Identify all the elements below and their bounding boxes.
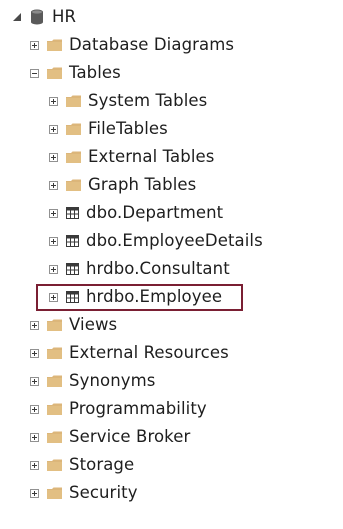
collapse-icon[interactable] bbox=[30, 68, 39, 78]
expand-icon[interactable] bbox=[49, 180, 58, 190]
expand-icon[interactable] bbox=[49, 236, 58, 246]
folder-icon bbox=[47, 347, 62, 359]
tree-node-storage[interactable]: Storage bbox=[30, 454, 134, 476]
folder-icon bbox=[66, 179, 81, 191]
tree-node-label: hrdbo.Consultant bbox=[86, 259, 230, 278]
tree-node-hrdbo-employee[interactable]: hrdbo.Employee bbox=[49, 286, 222, 308]
expand-icon[interactable] bbox=[30, 432, 39, 442]
tree-node-system-tables[interactable]: System Tables bbox=[49, 90, 207, 112]
expand-icon[interactable] bbox=[30, 320, 39, 330]
tree-node-hr[interactable]: HR bbox=[12, 6, 76, 28]
tree-node-label: Security bbox=[69, 483, 138, 502]
folder-icon bbox=[47, 403, 62, 415]
expand-icon[interactable] bbox=[49, 264, 58, 274]
tree-node-database-diagrams[interactable]: Database Diagrams bbox=[30, 34, 234, 56]
tree-node-label: Service Broker bbox=[69, 427, 191, 446]
expand-icon[interactable] bbox=[30, 376, 39, 386]
tree-node-tables[interactable]: Tables bbox=[30, 62, 121, 84]
tree-node-label: System Tables bbox=[88, 91, 208, 110]
folder-icon bbox=[47, 459, 62, 471]
folder-icon bbox=[47, 319, 62, 331]
tree-node-label: FileTables bbox=[88, 119, 168, 138]
tree-node-graph-tables[interactable]: Graph Tables bbox=[49, 174, 196, 196]
table-icon bbox=[66, 235, 79, 247]
table-icon bbox=[66, 291, 79, 303]
folder-icon bbox=[47, 431, 62, 443]
tree-node-hrdbo-consultant[interactable]: hrdbo.Consultant bbox=[49, 258, 230, 280]
table-icon bbox=[66, 207, 79, 219]
table-icon bbox=[66, 263, 79, 275]
expand-icon[interactable] bbox=[49, 152, 58, 162]
tree-node-service-broker[interactable]: Service Broker bbox=[30, 426, 190, 448]
folder-icon bbox=[47, 375, 62, 387]
tree-node-label: Views bbox=[69, 315, 118, 334]
expand-icon[interactable] bbox=[30, 348, 39, 358]
expand-icon[interactable] bbox=[49, 208, 58, 218]
tree-node-label: External Resources bbox=[69, 343, 229, 362]
tree-node-external-tables[interactable]: External Tables bbox=[49, 146, 214, 168]
tree-node-label: External Tables bbox=[88, 147, 215, 166]
tree-node-synonyms[interactable]: Synonyms bbox=[30, 370, 155, 392]
tree-node-security[interactable]: Security bbox=[30, 482, 138, 504]
folder-icon bbox=[66, 95, 81, 107]
tree-node-filetables[interactable]: FileTables bbox=[49, 118, 168, 140]
expand-icon[interactable] bbox=[49, 124, 58, 134]
expand-icon[interactable] bbox=[30, 404, 39, 414]
folder-icon bbox=[66, 123, 81, 135]
expand-icon[interactable] bbox=[49, 292, 58, 302]
tree-node-label: HR bbox=[52, 7, 77, 26]
expand-icon[interactable] bbox=[49, 96, 58, 106]
tree-node-label: Tables bbox=[69, 63, 121, 82]
tree-node-dbo-department[interactable]: dbo.Department bbox=[49, 202, 223, 224]
object-explorer-tree: HR Database Diagrams Tables System Table… bbox=[0, 0, 343, 529]
folder-icon bbox=[47, 39, 62, 51]
tree-node-label: Synonyms bbox=[69, 371, 156, 390]
expand-icon[interactable] bbox=[30, 40, 39, 50]
expand-icon[interactable] bbox=[30, 488, 39, 498]
tree-node-label: Programmability bbox=[69, 399, 207, 418]
expanded-arrow-icon[interactable] bbox=[12, 12, 22, 22]
tree-node-external-resources[interactable]: External Resources bbox=[30, 342, 229, 364]
folder-icon bbox=[47, 487, 62, 499]
tree-node-dbo-employeedetails[interactable]: dbo.EmployeeDetails bbox=[49, 230, 263, 252]
folder-icon bbox=[66, 151, 81, 163]
tree-node-programmability[interactable]: Programmability bbox=[30, 398, 207, 420]
tree-node-label: Graph Tables bbox=[88, 175, 197, 194]
folder-icon bbox=[47, 67, 62, 79]
tree-node-label: Database Diagrams bbox=[69, 35, 235, 54]
tree-node-label: dbo.Department bbox=[86, 203, 224, 222]
tree-node-label: dbo.EmployeeDetails bbox=[86, 231, 263, 250]
tree-node-label: Storage bbox=[69, 455, 135, 474]
tree-node-label: hrdbo.Employee bbox=[86, 287, 223, 306]
database-icon bbox=[31, 9, 43, 25]
tree-node-views[interactable]: Views bbox=[30, 314, 117, 336]
expand-icon[interactable] bbox=[30, 460, 39, 470]
